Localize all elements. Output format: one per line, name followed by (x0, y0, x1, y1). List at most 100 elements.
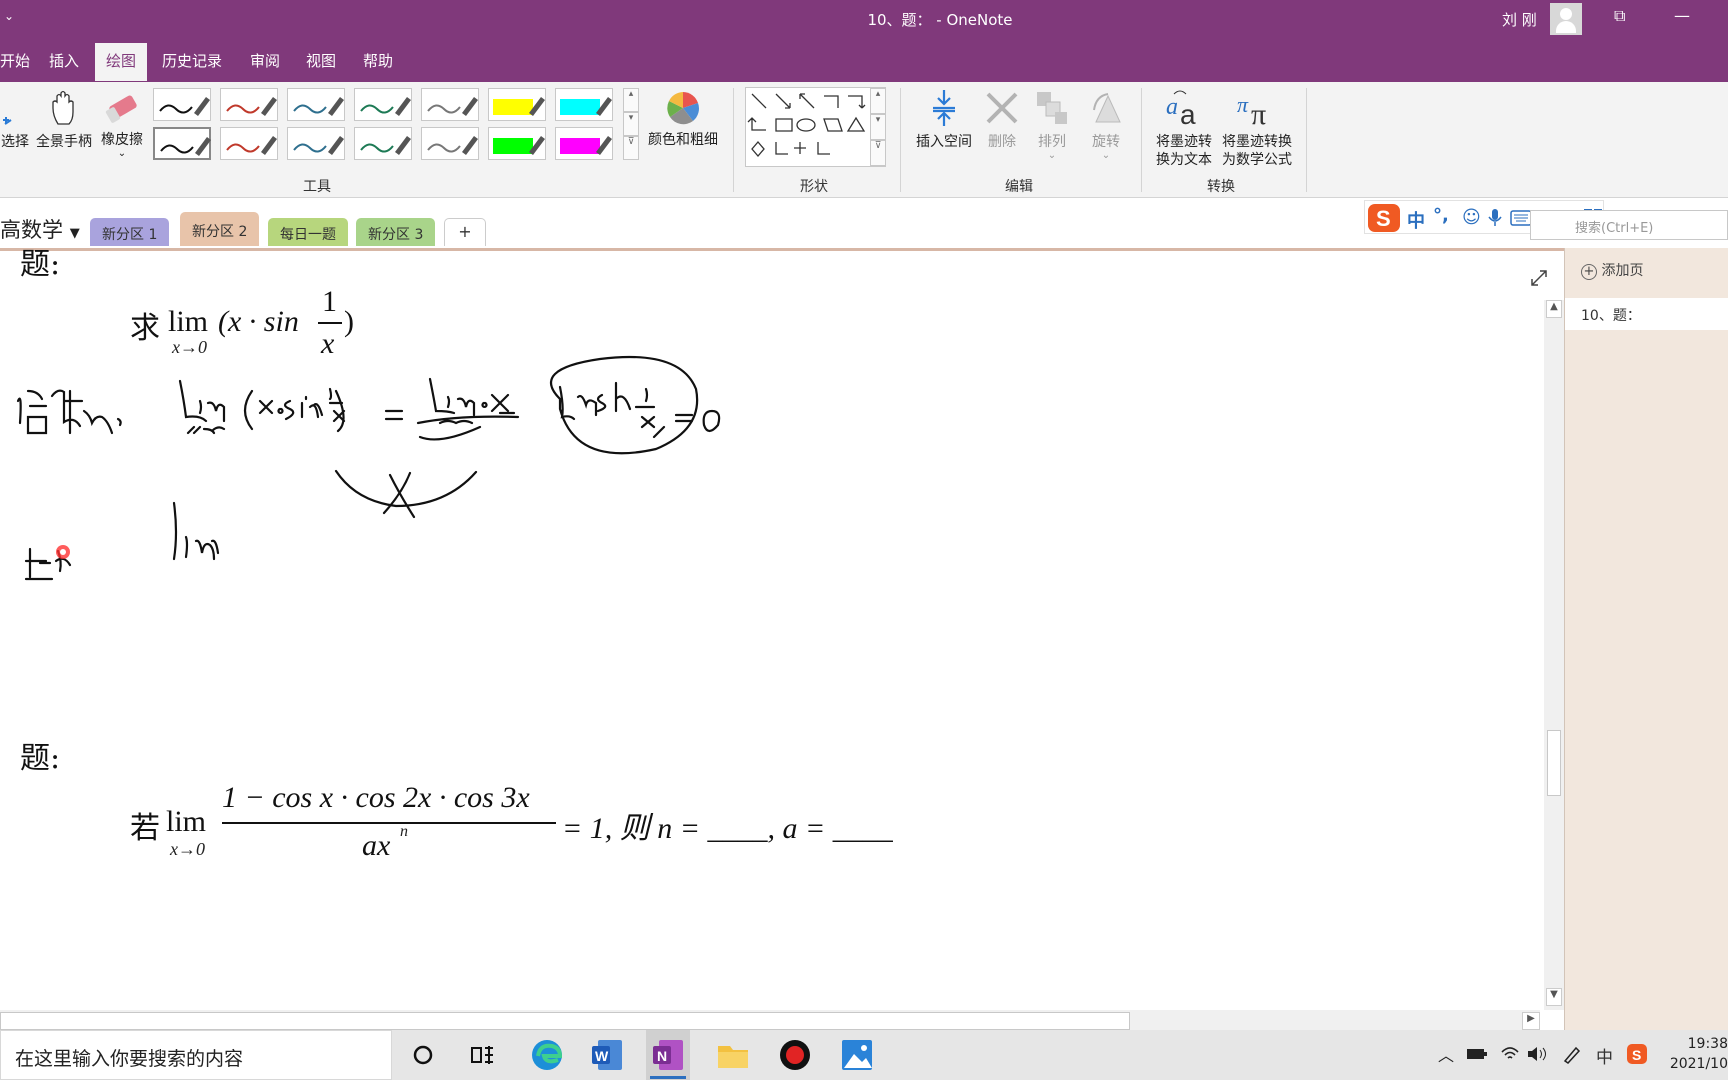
gallery-scroll-down[interactable]: ▾ (623, 112, 639, 136)
volume-icon[interactable] (1526, 1044, 1548, 1064)
pen-swatch[interactable] (421, 88, 479, 121)
hscroll-thumb[interactable] (0, 1012, 1130, 1030)
gallery-scroll-up[interactable]: ▴ (623, 88, 639, 112)
arrange-button[interactable]: 排列 ⌄ (1030, 88, 1074, 161)
svg-text:W: W (595, 1048, 609, 1064)
vertical-scrollbar[interactable]: ▲ ▼ (1544, 300, 1564, 1010)
wifi-icon[interactable] (1500, 1044, 1520, 1064)
pan-button[interactable]: 全景手柄 (32, 88, 96, 151)
section-tab-3[interactable]: 新分区 3 (356, 218, 436, 246)
pen-swatch[interactable] (220, 127, 278, 160)
pen-swatch[interactable] (287, 88, 345, 121)
pen-swatch[interactable] (153, 88, 211, 121)
tab-insert[interactable]: 插入 (49, 50, 79, 71)
pen-swatch[interactable] (555, 127, 613, 160)
taskbar-search[interactable]: 在这里输入你要搜索的内容 (0, 1030, 392, 1080)
select-button[interactable]: 选择 (0, 94, 30, 151)
search-input[interactable]: 搜索(Ctrl+E) (1530, 210, 1728, 240)
lasso-icon (3, 117, 12, 125)
user-name[interactable]: 刘 刚 (1502, 9, 1537, 30)
sogou-icon[interactable]: S (1367, 203, 1401, 233)
task-view-icon[interactable] (470, 1044, 496, 1066)
tab-draw[interactable]: 绘图 (95, 43, 148, 81)
ink-to-math-label-1: 将墨迹转换 (1222, 134, 1292, 150)
shapes-scroll-down[interactable]: ▾ (870, 114, 886, 140)
tab-review[interactable]: 审阅 (250, 50, 280, 71)
tab-view[interactable]: 视图 (306, 50, 336, 71)
ink-to-math-button[interactable]: ππ 将墨迹转换 为数学公式 (1218, 86, 1296, 169)
ribbon-separator (1141, 88, 1142, 192)
ime-lang[interactable]: 中 (1407, 207, 1425, 233)
ime-punct[interactable]: °, (1433, 205, 1449, 226)
section-tab-daily[interactable]: 每日一题 (268, 218, 348, 246)
gallery-expand[interactable]: ⊽ (623, 136, 639, 160)
clock-time: 19:38 (1687, 1036, 1728, 1052)
word-icon[interactable]: W (590, 1038, 624, 1072)
pen-icon[interactable] (1562, 1044, 1582, 1064)
pen-swatch[interactable] (555, 88, 613, 121)
pen-swatch[interactable] (220, 88, 278, 121)
record-icon[interactable] (778, 1038, 812, 1072)
add-icon: + (1581, 264, 1597, 280)
microphone-icon[interactable] (1487, 208, 1503, 228)
edge-icon[interactable] (530, 1038, 564, 1072)
clock[interactable]: 19:38 2021/10 (1668, 1034, 1728, 1074)
formula2-exponent: n (400, 823, 408, 840)
add-section-button[interactable]: + (444, 218, 486, 246)
minimize-icon[interactable]: — (1674, 6, 1690, 25)
battery-icon[interactable] (1466, 1047, 1488, 1061)
pen-swatch[interactable] (354, 88, 412, 121)
pen-swatch[interactable] (421, 127, 479, 160)
shapes-icon (747, 93, 866, 157)
expand-icon[interactable] (1530, 269, 1548, 287)
pen-swatch[interactable] (153, 127, 211, 160)
scrollbar-thumb[interactable] (1547, 730, 1561, 796)
tab-history[interactable]: 历史记录 (162, 50, 222, 71)
chevron-up-icon[interactable]: ︿ (1438, 1042, 1454, 1066)
section-tab-2[interactable]: 新分区 2 (180, 212, 260, 246)
pen-swatch[interactable] (488, 127, 546, 160)
add-page-button[interactable]: + 添加页 (1581, 260, 1643, 280)
ime-status[interactable]: 中 (1596, 1043, 1613, 1068)
window-title: 10、题： - OneNote (867, 11, 1013, 29)
scroll-down-icon[interactable]: ▼ (1546, 988, 1562, 1006)
insert-space-icon (933, 90, 955, 126)
pen-swatch[interactable] (287, 127, 345, 160)
pen-swatch[interactable] (354, 127, 412, 160)
horizontal-scrollbar[interactable]: ▶ (0, 1010, 1540, 1032)
eraser-label: 橡皮擦 (101, 132, 143, 148)
emoji-icon[interactable]: ☺ (1462, 207, 1481, 228)
tab-help[interactable]: 帮助 (363, 50, 393, 71)
cortana-icon[interactable] (412, 1044, 434, 1066)
section-tab-1[interactable]: 新分区 1 (90, 218, 170, 246)
color-thickness-button[interactable]: 颜色和粗细 (644, 90, 722, 149)
ink-to-text-button[interactable]: aa 将墨迹转 换为文本 (1150, 86, 1218, 169)
keyboard-icon[interactable] (1510, 210, 1532, 226)
sogou-tray-icon[interactable]: S (1626, 1043, 1648, 1065)
scroll-up-icon[interactable]: ▲ (1546, 300, 1562, 318)
shapes-gallery[interactable] (745, 87, 886, 167)
chevron-down-icon[interactable]: ⌄ (97, 149, 147, 159)
insert-space-button[interactable]: 插入空间 (910, 88, 978, 151)
hand-icon (52, 90, 74, 125)
scroll-right-icon[interactable]: ▶ (1522, 1012, 1540, 1030)
onenote-icon[interactable]: N (651, 1038, 685, 1072)
color-thickness-label: 颜色和粗细 (648, 132, 718, 148)
restore-icon[interactable]: ⧉ (1614, 6, 1625, 26)
avatar[interactable] (1550, 3, 1582, 35)
file-explorer-icon[interactable] (716, 1038, 750, 1072)
eraser-button[interactable]: 橡皮擦 ⌄ (97, 92, 147, 159)
pen-swatch[interactable] (488, 88, 546, 121)
delete-button[interactable]: 删除 (980, 88, 1024, 151)
rotate-icon (1093, 93, 1121, 123)
photos-icon[interactable] (840, 1038, 874, 1072)
tab-home[interactable]: 开始 (0, 50, 30, 71)
rotate-label: 旋转 (1092, 134, 1120, 150)
page-list-item[interactable]: 10、题： (1565, 298, 1728, 330)
shapes-scroll-up[interactable]: ▴ (870, 88, 886, 114)
page-canvas[interactable]: 题: 求 lim x→0 (x · sin 1 x ) 题: 若 lim x→0… (0, 247, 1564, 1010)
shapes-expand[interactable]: ⊽ (870, 140, 886, 166)
rotate-button[interactable]: 旋转 ⌄ (1084, 88, 1128, 161)
add-page-label: 添加页 (1601, 263, 1644, 279)
select-label: 选择 (1, 134, 29, 150)
